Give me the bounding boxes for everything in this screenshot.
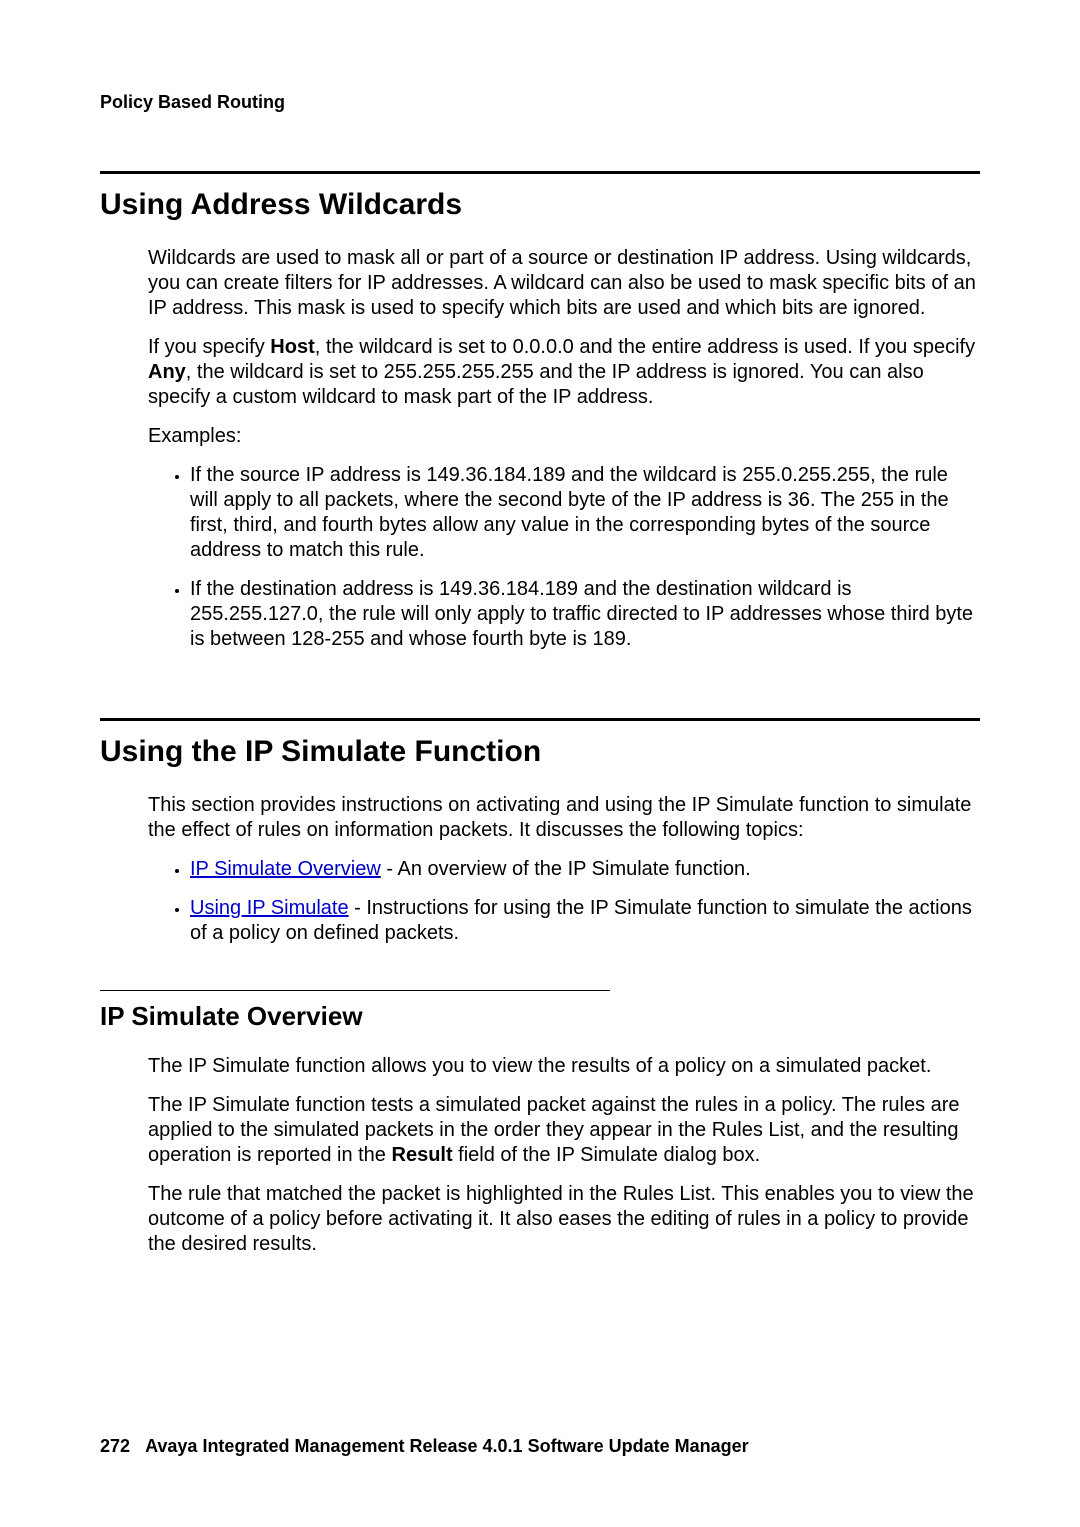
page-number: 272	[100, 1436, 130, 1456]
document-page: Policy Based Routing Using Address Wildc…	[0, 0, 1080, 1527]
list-item: IP Simulate Overview - An overview of th…	[190, 857, 980, 882]
paragraph: If you specify Host, the wildcard is set…	[148, 335, 980, 410]
link-ip-simulate-overview[interactable]: IP Simulate Overview	[190, 858, 381, 880]
section-body: This section provides instructions on ac…	[148, 793, 980, 946]
topics-list: IP Simulate Overview - An overview of th…	[148, 857, 980, 946]
paragraph: This section provides instructions on ac…	[148, 793, 980, 843]
examples-label: Examples:	[148, 424, 980, 449]
section-body: Wildcards are used to mask all or part o…	[148, 246, 980, 652]
page-footer: 272 Avaya Integrated Management Release …	[100, 1436, 749, 1457]
bold-host: Host	[270, 336, 314, 358]
link-using-ip-simulate[interactable]: Using IP Simulate	[190, 897, 349, 919]
text: , the wildcard is set to 255.255.255.255…	[148, 361, 924, 408]
section-heading-wildcards: Using Address Wildcards	[100, 188, 980, 222]
text: field of the IP Simulate dialog box.	[453, 1144, 761, 1166]
section-rule	[100, 718, 980, 721]
paragraph: The IP Simulate function tests a simulat…	[148, 1093, 980, 1168]
footer-doc-title: Avaya Integrated Management Release 4.0.…	[145, 1436, 749, 1456]
section-heading-simulate: Using the IP Simulate Function	[100, 735, 980, 769]
paragraph: Wildcards are used to mask all or part o…	[148, 246, 980, 321]
bold-any: Any	[148, 361, 186, 383]
section-rule	[100, 171, 980, 174]
examples-list: If the source IP address is 149.36.184.1…	[148, 463, 980, 652]
subsection-rule	[100, 990, 610, 991]
page-header: Policy Based Routing	[100, 92, 980, 113]
paragraph: The IP Simulate function allows you to v…	[148, 1054, 980, 1079]
list-item: If the destination address is 149.36.184…	[190, 577, 980, 652]
list-item: If the source IP address is 149.36.184.1…	[190, 463, 980, 563]
list-item: Using IP Simulate - Instructions for usi…	[190, 896, 980, 946]
text: If you specify	[148, 336, 270, 358]
section-body: The IP Simulate function allows you to v…	[148, 1054, 980, 1257]
text: , the wildcard is set to 0.0.0.0 and the…	[315, 336, 975, 358]
bold-result: Result	[392, 1144, 453, 1166]
subsection-heading-overview: IP Simulate Overview	[100, 1001, 980, 1032]
paragraph: The rule that matched the packet is high…	[148, 1182, 980, 1257]
text: - An overview of the IP Simulate functio…	[381, 858, 751, 880]
